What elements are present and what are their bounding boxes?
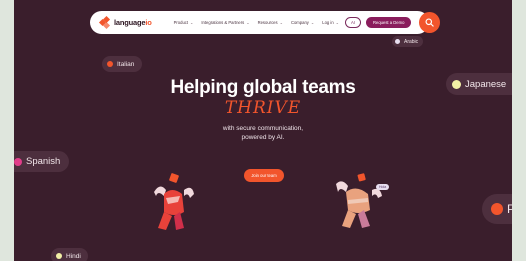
nav-menu: Product ⌄ Integrations & Partners ⌄ Resour…: [174, 20, 339, 25]
landing-page: languageio Product ⌄ Integrations & Partn…: [14, 0, 512, 261]
nav-item-product[interactable]: Product ⌄: [174, 20, 194, 25]
dot-icon: [56, 253, 62, 259]
nav-item-resources[interactable]: Resources ⌄: [258, 20, 283, 25]
chevron-down-icon: ⌄: [279, 20, 283, 25]
language-pill-hindi: Hindi: [51, 248, 88, 261]
join-team-button[interactable]: Join our team: [244, 169, 284, 182]
search-icon: [425, 18, 434, 27]
chevron-down-icon: ⌄: [310, 20, 315, 25]
language-pill-spanish: Spanish: [14, 151, 70, 172]
language-pill-italian: Italian: [102, 56, 143, 72]
chevron-down-icon: ⌄: [335, 20, 340, 25]
hero-subtitle: with secure communication, powered by AI…: [222, 125, 304, 141]
chevron-down-icon: ⌄: [246, 20, 250, 25]
request-demo-button[interactable]: Request a Demo: [365, 17, 412, 28]
dot-icon: [107, 61, 113, 67]
top-navigation: languageio Product ⌄ Integrations & Partn…: [90, 11, 429, 34]
figure-speech-tag: Hola: [376, 184, 390, 190]
browser-viewport: languageio Product ⌄ Integrations & Partn…: [0, 0, 526, 261]
page-edge: [512, 0, 526, 261]
chevron-down-icon: ⌄: [190, 20, 194, 25]
dot-icon: [395, 39, 400, 44]
illustration-figure-right: [336, 173, 382, 228]
search-button[interactable]: [419, 12, 440, 33]
dot-icon: [14, 157, 22, 166]
dot-icon: [491, 203, 503, 215]
hero-title: Helping global teams: [170, 77, 356, 98]
logo-mark-icon: [98, 15, 111, 30]
hero-accent-word: THRIVE: [224, 98, 302, 118]
language-pill-partial: P: [482, 194, 512, 224]
nav-item-integrations[interactable]: Integrations & Partners ⌄: [201, 20, 249, 25]
logo[interactable]: languageio: [98, 15, 152, 30]
language-pill-arabic: Arabic: [392, 36, 424, 47]
nav-item-login[interactable]: Log in ⌄: [322, 20, 339, 25]
logo-text: languageio: [114, 18, 152, 27]
illustration-figure-left: [154, 173, 194, 230]
nav-item-company[interactable]: Company ⌄: [291, 20, 314, 25]
ai-button[interactable]: AI: [345, 17, 361, 28]
